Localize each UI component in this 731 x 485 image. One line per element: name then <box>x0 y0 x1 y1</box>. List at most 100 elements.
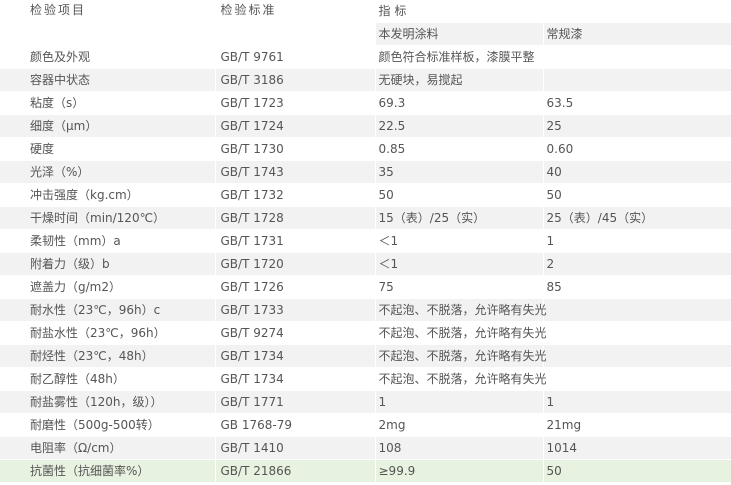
table-row: 耐盐雾性（120h，级）） GB/T 1771 1 1 <box>0 390 731 414</box>
standard-cell: GB/T 1723 <box>215 91 376 115</box>
item-cell: 硬度 <box>0 137 216 161</box>
standard-cell: GB/T 1720 <box>215 252 376 276</box>
standard-cell: GB/T 1743 <box>215 160 376 184</box>
invention-value-cell: 1 <box>375 390 544 414</box>
standard-cell: GB/T 9274 <box>215 321 376 345</box>
conventional-value-cell <box>543 344 731 368</box>
standard-cell: GB/T 1726 <box>215 275 376 299</box>
invention-value-cell: 22.5 <box>375 114 544 138</box>
conventional-value-cell: 21mg <box>543 413 731 437</box>
standard-cell: GB/T 1410 <box>215 436 376 460</box>
standard-cell: GB/T 9761 <box>215 45 376 69</box>
standard-cell: GB/T 1771 <box>215 390 376 414</box>
conventional-value-cell: 25（表）/45（实） <box>543 206 731 230</box>
standard-cell: GB/T 1732 <box>215 183 376 207</box>
table-row: 耐烃性（23℃，48h） GB/T 1734 不起泡、不脱落，允许略有失光 <box>0 344 731 368</box>
conventional-value-cell <box>543 45 731 69</box>
invention-value-cell: 35 <box>375 160 544 184</box>
subheader-conventional: 常规漆 <box>543 22 731 46</box>
table-row: 柔韧性（mm）a GB/T 1731 ＜1 1 <box>0 229 731 253</box>
table-row: 光泽（%） GB/T 1743 35 40 <box>0 160 731 184</box>
item-cell: 细度（μm） <box>0 114 216 138</box>
table-row: 硬度 GB/T 1730 0.85 0.60 <box>0 137 731 161</box>
conventional-value-cell <box>543 298 731 322</box>
item-cell: 耐乙醇性（48h） <box>0 367 216 391</box>
item-cell: 耐烃性（23℃，48h） <box>0 344 216 368</box>
item-cell: 遮盖力（g/m2） <box>0 275 216 299</box>
table-row: 干燥时间（min/120℃） GB/T 1728 15（表）/25（实） 25（表）/… <box>0 206 731 230</box>
conventional-value-cell: 40 <box>543 160 731 184</box>
conventional-value-cell: 1 <box>543 390 731 414</box>
item-cell: 容器中状态 <box>0 68 216 92</box>
item-cell: 耐水性（23℃，96h）c <box>0 298 216 322</box>
conventional-value-cell <box>543 367 731 391</box>
header-row: 检验项目 检验标准 指 标 <box>0 0 731 46</box>
invention-value-cell: 不起泡、不脱落，允许略有失光 <box>375 298 547 322</box>
subheader-invention: 本发明涂料 <box>375 22 544 46</box>
item-cell: 颜色及外观 <box>0 45 216 69</box>
invention-value-cell: ≥99.9 <box>375 459 544 483</box>
invention-value-cell: 15（表）/25（实） <box>375 206 544 230</box>
conventional-value-cell <box>543 321 731 345</box>
invention-value-cell: 颜色符合标准样板，漆膜平整 <box>375 45 544 69</box>
header-item: 检验项目 <box>0 0 216 46</box>
conventional-value-cell <box>543 68 731 92</box>
conventional-value-cell: 63.5 <box>543 91 731 115</box>
table-row: 耐磨性（500g-500转） GB 1768-79 2mg 21mg <box>0 413 731 437</box>
standard-cell: GB/T 1731 <box>215 229 376 253</box>
standard-cell: GB 1768-79 <box>215 413 376 437</box>
table-row: 附着力（级）b GB/T 1720 ＜1 2 <box>0 252 731 276</box>
invention-value-cell: 75 <box>375 275 544 299</box>
standard-cell: GB/T 1733 <box>215 298 376 322</box>
standard-cell: GB/T 1730 <box>215 137 376 161</box>
header-standard: 检验标准 <box>215 0 376 46</box>
standard-cell: GB/T 1734 <box>215 367 376 391</box>
table-row: 遮盖力（g/m2） GB/T 1726 75 85 <box>0 275 731 299</box>
conventional-value-cell: 50 <box>543 183 731 207</box>
standard-cell: GB/T 21866 <box>215 459 376 483</box>
table-row: 电阻率（Ω/cm） GB/T 1410 108 1014 <box>0 436 731 460</box>
invention-value-cell: 不起泡、不脱落，允许略有失光 <box>375 367 547 391</box>
standard-cell: GB/T 3186 <box>215 68 376 92</box>
item-cell: 冲击强度（kg.cm） <box>0 183 216 207</box>
item-cell: 电阻率（Ω/cm） <box>0 436 216 460</box>
table-row: 耐乙醇性（48h） GB/T 1734 不起泡、不脱落，允许略有失光 <box>0 367 731 391</box>
invention-value-cell: ＜1 <box>375 229 544 253</box>
header-indicator: 指 标 <box>375 0 731 23</box>
item-cell: 光泽（%） <box>0 160 216 184</box>
table-row: 冲击强度（kg.cm） GB/T 1732 50 50 <box>0 183 731 207</box>
standard-cell: GB/T 1724 <box>215 114 376 138</box>
conventional-value-cell: 2 <box>543 252 731 276</box>
conventional-value-cell: 1 <box>543 229 731 253</box>
item-cell: 耐盐雾性（120h，级）） <box>0 390 216 414</box>
table-row: 细度（μm） GB/T 1724 22.5 25 <box>0 114 731 138</box>
test-results-table: 检验项目 检验标准 指 标 本发明涂料 常规漆 颜色及外观 GB/T 9761 颜色… <box>0 0 731 483</box>
conventional-value-cell: 1014 <box>543 436 731 460</box>
invention-value-cell: 0.85 <box>375 137 544 161</box>
table-row: 容器中状态 GB/T 3186 无硬块，易搅起 <box>0 68 731 92</box>
table-row: 粘度（s） GB/T 1723 69.3 63.5 <box>0 91 731 115</box>
invention-value-cell: 50 <box>375 183 544 207</box>
invention-value-cell: 不起泡、不脱落，允许略有失光 <box>375 321 547 345</box>
table-row: 颜色及外观 GB/T 9761 颜色符合标准样板，漆膜平整 <box>0 45 731 69</box>
conventional-value-cell: 25 <box>543 114 731 138</box>
conventional-value-cell: 0.60 <box>543 137 731 161</box>
conventional-value-cell: 50 <box>543 459 731 483</box>
item-cell: 耐盐水性（23℃，96h） <box>0 321 216 345</box>
invention-value-cell: ＜1 <box>375 252 544 276</box>
item-cell: 附着力（级）b <box>0 252 216 276</box>
item-cell: 柔韧性（mm）a <box>0 229 216 253</box>
standard-cell: GB/T 1734 <box>215 344 376 368</box>
item-cell: 耐磨性（500g-500转） <box>0 413 216 437</box>
conventional-value-cell: 85 <box>543 275 731 299</box>
invention-value-cell: 2mg <box>375 413 544 437</box>
standard-cell: GB/T 1728 <box>215 206 376 230</box>
invention-value-cell: 69.3 <box>375 91 544 115</box>
item-cell: 粘度（s） <box>0 91 216 115</box>
item-cell: 抗菌性（抗细菌率%） <box>0 459 216 483</box>
table-row: 耐盐水性（23℃，96h） GB/T 9274 不起泡、不脱落，允许略有失光 <box>0 321 731 345</box>
invention-value-cell: 无硬块，易搅起 <box>375 68 544 92</box>
invention-value-cell: 108 <box>375 436 544 460</box>
item-cell: 干燥时间（min/120℃） <box>0 206 216 230</box>
table-row: 抗菌性（抗细菌率%） GB/T 21866 ≥99.9 50 <box>0 459 731 483</box>
